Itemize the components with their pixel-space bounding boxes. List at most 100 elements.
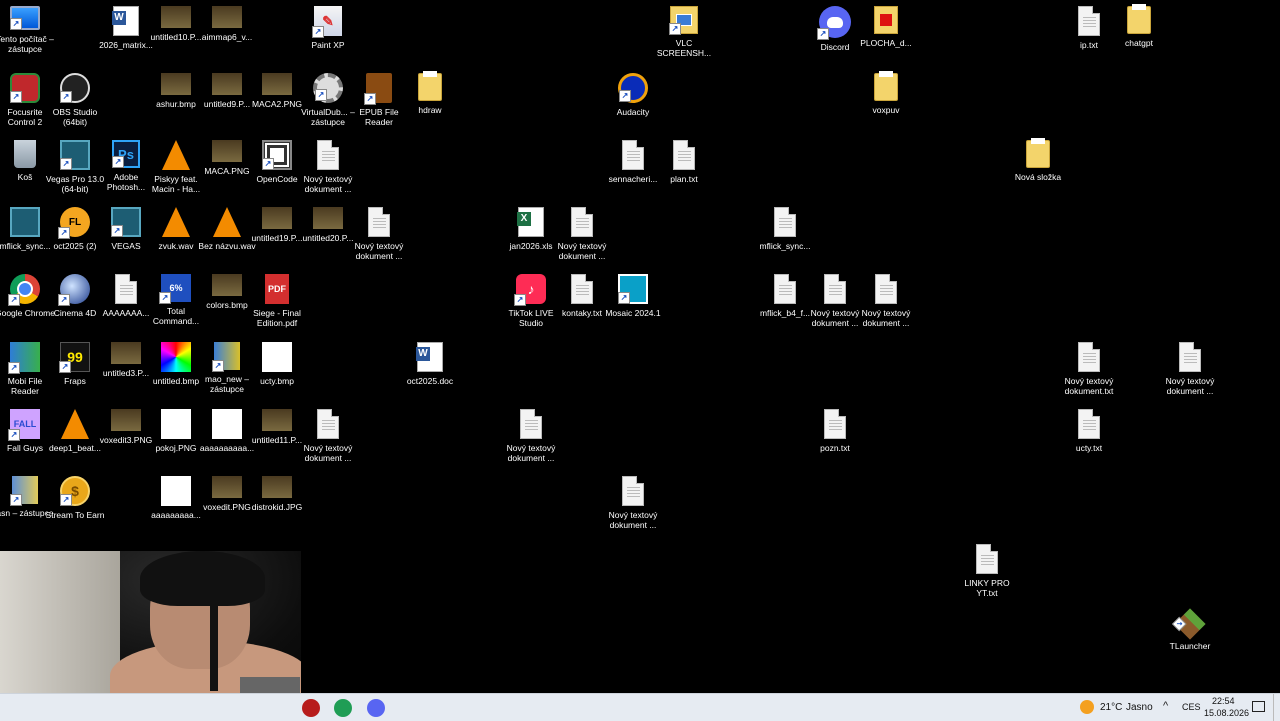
chevron-up-icon[interactable]: ^ bbox=[1163, 700, 1168, 712]
desktop-icon[interactable]: 6%Total Command... bbox=[151, 274, 201, 326]
desktop-icon[interactable]: 99Fraps bbox=[50, 342, 100, 386]
desktop-icon[interactable]: mflick_sync... bbox=[759, 207, 811, 251]
desktop-icon-label: Nový textový dokument ... bbox=[303, 174, 353, 194]
desktop-icon[interactable]: Focusrite Control 2 bbox=[0, 73, 50, 127]
taskbar-app-recorder[interactable] bbox=[297, 694, 325, 721]
clock-time[interactable]: 22:54 bbox=[1212, 696, 1235, 706]
desktop-icon[interactable]: ♪TikTok LIVE Studio bbox=[506, 274, 556, 328]
desktop-icon[interactable]: zvuk.wav bbox=[151, 207, 201, 251]
desktop-icon[interactable]: sennacheri... bbox=[608, 140, 658, 184]
desktop-icon[interactable]: 2026_matrix... bbox=[99, 6, 153, 50]
desktop-icon[interactable]: Nový textový dokument ... bbox=[1165, 342, 1215, 396]
desktop-icon[interactable]: untitled19.P... bbox=[252, 207, 302, 243]
desktop-icon[interactable]: LINKY PRO YT.txt bbox=[962, 544, 1012, 598]
desktop-icon[interactable]: Mosaic 2024.1 bbox=[605, 274, 661, 318]
desktop-icon[interactable]: Nový textový dokument ... bbox=[608, 476, 658, 530]
desktop-icon[interactable]: PLOCHA_d... bbox=[860, 6, 912, 48]
desktop-icon[interactable]: Nový textový dokument ... bbox=[810, 274, 860, 328]
desktop-icon[interactable]: voxedit.PNG bbox=[202, 476, 252, 512]
document-lines bbox=[576, 218, 589, 230]
desktop-icon[interactable]: Bez názvu.wav bbox=[198, 207, 256, 251]
desktop-icon[interactable]: mflick_b4_f... bbox=[760, 274, 810, 318]
desktop-icon[interactable]: MACA.PNG bbox=[202, 140, 252, 176]
desktop-icon[interactable]: deep1_beat... bbox=[49, 409, 101, 453]
desktop-icon[interactable]: untitled9.P... bbox=[202, 73, 252, 109]
desktop-icon[interactable]: ucty.bmp bbox=[252, 342, 302, 386]
desktop-icon[interactable]: aaaaaaaaa... bbox=[151, 476, 201, 520]
desktop-icon[interactable]: PsAdobe Photosh... bbox=[101, 140, 151, 192]
desktop-icon[interactable]: aaaaaaaaaa... bbox=[200, 409, 254, 453]
notification-icon[interactable] bbox=[1252, 701, 1265, 712]
desktop-icon[interactable]: chatgpt bbox=[1114, 4, 1164, 48]
desktop-icon[interactable]: untitled11.P... bbox=[252, 409, 302, 445]
desktop-icon[interactable]: Nová složka bbox=[1013, 138, 1063, 182]
desktop-icon[interactable]: Piskyy feat. Macin - Ha... bbox=[151, 140, 201, 194]
desktop-icon[interactable]: PDF Siege - Final Edition.pdf bbox=[252, 274, 302, 328]
language-indicator[interactable]: CES bbox=[1182, 702, 1201, 712]
image-file-icon bbox=[212, 476, 242, 498]
weather-temp[interactable]: 21°C bbox=[1100, 702, 1122, 713]
desktop-icon[interactable]: Discord bbox=[810, 6, 860, 52]
desktop-icon[interactable]: mflick_sync... bbox=[0, 207, 51, 251]
desktop-icon[interactable]: ip.txt bbox=[1064, 6, 1114, 50]
desktop-icon[interactable]: pozn.txt bbox=[810, 409, 860, 453]
desktop-icon[interactable]: Google Chrome bbox=[0, 274, 55, 318]
show-desktop-button[interactable] bbox=[1273, 694, 1280, 721]
desktop-icon[interactable]: kontaky.txt bbox=[557, 274, 607, 318]
desktop-icon[interactable]: Nový textový dokument ... bbox=[354, 207, 404, 261]
desktop-icon[interactable]: Tento počítač – zástupce bbox=[0, 6, 54, 54]
image-file-icon bbox=[161, 6, 191, 28]
desktop-icon[interactable]: $ Stream To Earn bbox=[46, 476, 104, 520]
desktop-icon[interactable]: AAAAAAA... bbox=[101, 274, 151, 318]
desktop-icon[interactable]: Nový textový dokument ... bbox=[861, 274, 911, 328]
desktop-icon[interactable]: Nový textový dokument ... bbox=[557, 207, 607, 261]
desktop-icon[interactable]: FLoct2025 (2) bbox=[50, 207, 100, 251]
desktop-icon[interactable]: untitled3.P... bbox=[101, 342, 151, 378]
desktop-icon[interactable]: Nový textový dokument ... bbox=[303, 409, 353, 463]
desktop-icon[interactable]: oct2025.doc bbox=[405, 342, 455, 386]
desktop-icon[interactable]: TLauncher bbox=[1165, 608, 1215, 651]
desktop-icon[interactable]: untitled10.P... bbox=[151, 6, 201, 42]
desktop-icon[interactable]: distrokid.JPG bbox=[252, 476, 302, 512]
desktop-icon[interactable]: VEGAS bbox=[101, 207, 151, 251]
desktop-icon[interactable]: untitled.bmp bbox=[151, 342, 201, 386]
weather-condition[interactable]: Jasno bbox=[1126, 702, 1153, 713]
desktop-icon[interactable]: Nový textový dokument ... bbox=[506, 409, 556, 463]
text-file-icon bbox=[774, 274, 796, 304]
desktop-icon[interactable]: aimmap6_v... bbox=[202, 6, 252, 42]
taskbar-app-discord[interactable] bbox=[362, 694, 390, 721]
desktop-icon[interactable]: ✎ Paint XP bbox=[303, 6, 353, 50]
desktop-icon[interactable]: MACA2.PNG bbox=[252, 73, 302, 109]
weather-icon[interactable] bbox=[1080, 700, 1094, 714]
desktop-icon[interactable]: Vegas Pro 13.0 (64-bit) bbox=[46, 140, 104, 194]
desktop-icon[interactable]: Nový textový dokument.txt bbox=[1064, 342, 1114, 396]
desktop-icon[interactable]: OpenCode bbox=[252, 140, 302, 184]
desktop-icon[interactable]: Audacity bbox=[608, 73, 658, 117]
desktop-icon[interactable]: voxpuv bbox=[861, 71, 911, 115]
desktop-icon[interactable]: Nový textový dokument ... bbox=[303, 140, 353, 194]
desktop-icon[interactable]: pokoj.PNG bbox=[151, 409, 201, 453]
document-lines bbox=[1083, 17, 1096, 29]
desktop-icon[interactable]: EPUB File Reader bbox=[354, 73, 404, 127]
desktop-icon[interactable]: ucty.txt bbox=[1064, 409, 1114, 453]
desktop-icon[interactable]: plan.txt bbox=[659, 140, 709, 184]
desktop-icon[interactable]: Mobi File Reader bbox=[0, 342, 50, 396]
desktop-icon[interactable]: Koš bbox=[0, 140, 50, 182]
desktop-icon[interactable]: OBS Studio (64bit) bbox=[50, 73, 100, 127]
desktop-icon[interactable]: Cinema 4D bbox=[50, 274, 100, 318]
icon-glyph-text: $ bbox=[71, 483, 79, 499]
desktop-icon[interactable]: FALLFall Guys bbox=[0, 409, 50, 453]
desktop-icon[interactable]: voxedit3.PNG bbox=[100, 409, 152, 445]
taskbar-app-chat[interactable] bbox=[329, 694, 357, 721]
desktop-icon[interactable]: hdraw bbox=[405, 71, 455, 115]
desktop-icon[interactable]: asn – zástupce bbox=[0, 476, 54, 518]
document-lines bbox=[373, 218, 386, 230]
desktop-icon[interactable]: colors.bmp bbox=[202, 274, 252, 310]
desktop-icon[interactable]: VirtualDub... – zástupce bbox=[301, 73, 355, 127]
desktop-icon[interactable]: mao_new – zástupce bbox=[202, 342, 252, 394]
desktop-icon[interactable]: VLC SCREENSH... bbox=[657, 6, 711, 58]
desktop-icon[interactable]: ashur.bmp bbox=[151, 73, 201, 109]
clock-date[interactable]: 15.08.2026 bbox=[1204, 708, 1249, 718]
desktop-icon[interactable]: untitled20.P... bbox=[303, 207, 353, 243]
desktop-icon[interactable]: jan2026.xls bbox=[506, 207, 556, 251]
